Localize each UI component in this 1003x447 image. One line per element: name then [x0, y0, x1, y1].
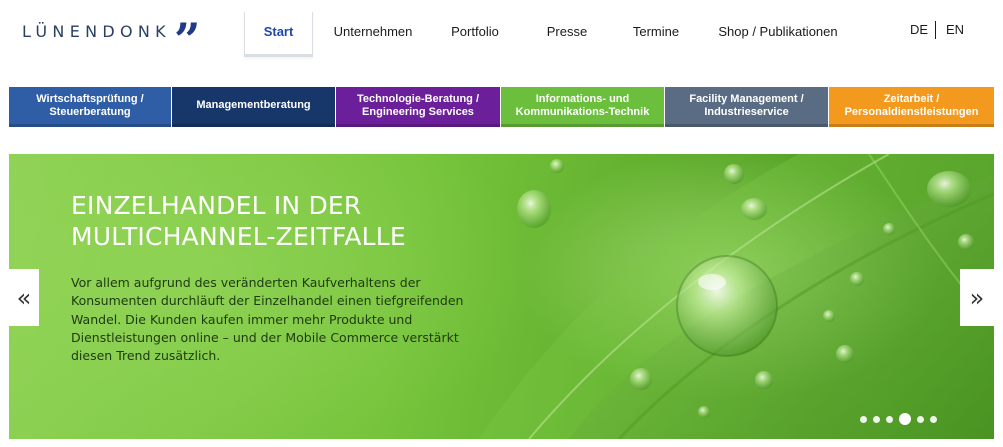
nav-termine[interactable]: Termine — [629, 12, 683, 54]
logo[interactable]: LÜNENDONK ” — [22, 20, 198, 50]
slide-dot[interactable] — [860, 415, 867, 423]
slide-dot[interactable] — [930, 415, 937, 423]
category-wirtschaftspruefung[interactable]: Wirtschaftsprüfung / Steuerberatung — [9, 87, 171, 127]
nav-start[interactable]: Start — [244, 12, 313, 57]
category-technologie-beratung[interactable]: Technologie-Beratung / Engineering Servi… — [336, 87, 500, 127]
slide-dot-active[interactable] — [899, 413, 911, 425]
language-en[interactable]: EN — [946, 22, 964, 37]
logo-quote-mark: ” — [173, 20, 199, 50]
slide-dot[interactable] — [917, 415, 924, 423]
category-facility-management[interactable]: Facility Management / Industrieservice — [665, 87, 828, 127]
slider-prev-arrow-icon[interactable]: « — [9, 269, 39, 326]
hero-title: EINZELHANDEL IN DER MULTICHANNEL-ZEITFAL… — [71, 191, 406, 251]
slide-dot[interactable] — [873, 415, 880, 423]
nav-shop-publikationen[interactable]: Shop / Publikationen — [718, 12, 838, 54]
slider-pagination — [860, 413, 937, 425]
nav-presse[interactable]: Presse — [540, 12, 594, 54]
category-zeitarbeit[interactable]: Zeitarbeit / Personaldienstleistungen — [829, 87, 994, 127]
category-informations-technik[interactable]: Informations- und Kommunikations-Technik — [501, 87, 664, 127]
language-separator — [935, 21, 936, 39]
nav-unternehmen[interactable]: Unternehmen — [326, 12, 420, 54]
slide-dot[interactable] — [886, 415, 893, 423]
nav-portfolio[interactable]: Portfolio — [442, 12, 508, 54]
language-de[interactable]: DE — [910, 22, 928, 37]
category-bar: Wirtschaftsprüfung / Steuerberatung Mana… — [9, 87, 994, 127]
logo-wordmark: LÜNENDONK — [22, 22, 171, 41]
hero-slider: EINZELHANDEL IN DER MULTICHANNEL-ZEITFAL… — [9, 154, 994, 439]
hero-description: Vor allem aufgrund des veränderten Kaufv… — [71, 275, 464, 364]
slider-next-arrow-icon[interactable]: » — [960, 269, 994, 326]
category-managementberatung[interactable]: Managementberatung — [172, 87, 335, 127]
